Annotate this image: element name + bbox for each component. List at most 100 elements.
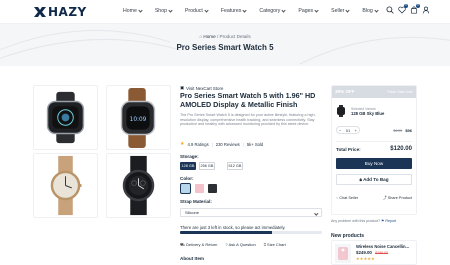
chevron-down-icon bbox=[281, 7, 287, 13]
color-swatch-pink[interactable] bbox=[195, 184, 204, 193]
new-product-old-price: $299.00 bbox=[375, 251, 389, 255]
unit-price: $199 $96 bbox=[393, 128, 412, 133]
quantity-value: 01 bbox=[345, 127, 351, 133]
panel-secondary-actions: ◌ Chat Seller ⤴ Share Product bbox=[336, 196, 412, 201]
storage-option-128[interactable]: 128 GB bbox=[180, 162, 196, 170]
product-image-3[interactable] bbox=[33, 153, 98, 218]
product-image-2[interactable]: 10:09 bbox=[106, 85, 171, 150]
storage-option-256[interactable]: 256 GB bbox=[199, 162, 215, 170]
home-icon[interactable]: ⌂ bbox=[199, 34, 202, 39]
size-chart-link[interactable]: ⌗Size Chart bbox=[264, 242, 286, 248]
stock-progress-fill bbox=[180, 231, 273, 234]
chevron-down-icon bbox=[242, 7, 247, 13]
chevron-down-icon bbox=[314, 7, 319, 13]
main-nav: Home Shop Product Features Category Page… bbox=[123, 7, 391, 14]
delivery-return-link[interactable]: ⛟Delivery & Return bbox=[180, 242, 217, 248]
color-label: Color: bbox=[180, 176, 194, 181]
buy-now-button[interactable]: Buy Now bbox=[336, 158, 412, 169]
quantity-stepper[interactable]: − 01 + bbox=[336, 126, 360, 134]
link-label: Delivery & Return bbox=[186, 242, 218, 247]
nav-seller[interactable]: Seller bbox=[331, 7, 351, 14]
nav-category[interactable]: Category bbox=[259, 7, 287, 14]
purchase-panel: 39% OFF Flash Sale Live! Selected Varian… bbox=[331, 85, 417, 215]
nav-label: Blog bbox=[362, 8, 373, 14]
ask-question-link[interactable]: ?Ask A Question bbox=[225, 242, 255, 248]
breadcrumb-home[interactable]: Home bbox=[203, 34, 215, 39]
nav-label: Shop bbox=[154, 8, 167, 14]
new-product-price: $249.00 $299.00 bbox=[356, 250, 388, 255]
review-count[interactable]: 230 Reviews bbox=[216, 142, 240, 147]
report-link[interactable]: ⚑ Report bbox=[381, 219, 396, 223]
link-label: Ask A Question bbox=[228, 242, 256, 247]
breadcrumb-current: Product Details bbox=[219, 34, 251, 39]
chevron-down-icon bbox=[313, 210, 318, 215]
nav-label: Features bbox=[220, 8, 242, 14]
new-product-rating-stars: ★★★★★ bbox=[356, 256, 375, 261]
share-label: Share Product bbox=[387, 196, 412, 200]
new-product-name[interactable]: Wireless Noise Cancellin... bbox=[356, 244, 409, 249]
nav-label: Home bbox=[123, 8, 137, 14]
add-to-bag-button[interactable]: 🔒︎ Add To Bag bbox=[336, 174, 412, 185]
sold-count: 5k+ Sold bbox=[246, 141, 264, 147]
breadcrumb-separator: / bbox=[216, 34, 219, 39]
logo-mark-icon bbox=[33, 5, 47, 19]
product-description: The Pro Series Smart Watch 5 is designed… bbox=[180, 113, 316, 127]
store-link-label: Visit NexCart Store bbox=[186, 85, 224, 91]
total-price-value: $120.00 bbox=[390, 146, 412, 152]
chat-seller-link[interactable]: ◌ Chat Seller bbox=[336, 196, 358, 201]
chevron-down-icon bbox=[168, 7, 173, 13]
share-product-link[interactable]: ⤴ Share Product bbox=[383, 196, 412, 201]
new-products-heading: New products bbox=[331, 233, 365, 239]
nav-label: Category bbox=[259, 8, 281, 14]
search-icon[interactable] bbox=[386, 6, 394, 14]
color-swatch-sky-blue[interactable] bbox=[179, 182, 192, 195]
page-title: Pro Series Smart Watch 5 bbox=[176, 43, 274, 52]
wishlist-heart-icon[interactable]: 0 bbox=[398, 4, 408, 14]
variant-thumbnail bbox=[337, 105, 345, 117]
stock-message: There are just 3 left in stock, so pleas… bbox=[180, 225, 286, 230]
chevron-down-icon bbox=[204, 7, 209, 13]
add-to-bag-label: Add To Bag bbox=[363, 177, 389, 182]
strap-material-select[interactable]: Silicone bbox=[180, 208, 322, 217]
storage-option-512[interactable]: 512 GB bbox=[227, 162, 243, 170]
discount-banner: 39% OFF Flash Sale Live! bbox=[332, 86, 416, 98]
rating-summary: ★ 4.9 Ratings | 230 Reviews | 5k+ Sold bbox=[180, 141, 263, 147]
nav-blog[interactable]: Blog bbox=[362, 7, 379, 14]
nav-home[interactable]: Home bbox=[123, 7, 143, 14]
nav-features[interactable]: Features bbox=[220, 7, 247, 14]
brand-name: HAZY bbox=[48, 5, 87, 19]
plus-icon[interactable]: + bbox=[355, 128, 357, 133]
new-product-current-price: $249.00 bbox=[356, 250, 372, 255]
chevron-down-icon bbox=[345, 7, 351, 13]
strap-material-value: Silicone bbox=[185, 210, 200, 215]
strap-label: Strap Material: bbox=[180, 199, 212, 204]
selected-variant-value: 128 GB Sky Blue bbox=[351, 110, 385, 116]
chat-label: Chat Seller bbox=[339, 196, 359, 200]
nav-shop[interactable]: Shop bbox=[154, 7, 173, 14]
question-icon: ? bbox=[225, 242, 228, 247]
product-image-1[interactable] bbox=[33, 85, 98, 150]
discount-percent: 39% OFF bbox=[335, 89, 355, 94]
logo[interactable]: HAZY bbox=[33, 5, 87, 19]
cart-bag-icon[interactable]: 0 bbox=[410, 4, 420, 14]
old-price: $199 bbox=[393, 128, 403, 133]
nav-pages[interactable]: Pages bbox=[298, 7, 319, 14]
divider: | bbox=[211, 141, 213, 147]
product-image-4[interactable] bbox=[106, 153, 171, 218]
rating-value: 4.9 Ratings bbox=[187, 141, 209, 147]
lock-icon: 🔒︎ bbox=[359, 177, 362, 182]
color-swatch-black[interactable] bbox=[208, 184, 217, 193]
minus-icon[interactable]: − bbox=[339, 128, 341, 133]
header-actions: 0 0 bbox=[386, 4, 430, 14]
nav-product[interactable]: Product bbox=[184, 7, 209, 14]
wishlist-count-badge: 0 bbox=[404, 4, 408, 8]
divider: | bbox=[242, 141, 244, 147]
selected-variant: Selected Variant 128 GB Sky Blue bbox=[336, 104, 412, 118]
new-product-card[interactable]: Wireless Noise Cancellin... $249.00 $299… bbox=[331, 240, 417, 265]
current-price: $96 bbox=[405, 128, 412, 133]
nav-label: Product bbox=[184, 8, 203, 14]
truck-icon: ⛟ bbox=[180, 242, 186, 247]
user-icon[interactable] bbox=[422, 6, 430, 14]
total-price-label: Total Price: bbox=[336, 147, 361, 152]
product-title: Pro Series Smart Watch 5 with 1.96" HD A… bbox=[180, 91, 316, 109]
